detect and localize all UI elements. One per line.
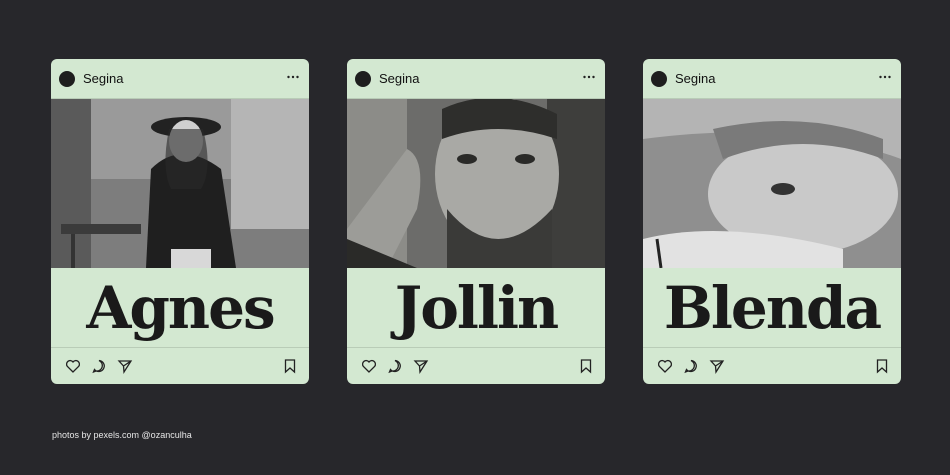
- post-header: Segina: [51, 59, 309, 99]
- post-card-jollin: Segina Jollin: [347, 59, 605, 384]
- photo-credit: photos by pexels.com @ozanculha: [52, 430, 192, 440]
- post-header: Segina: [347, 59, 605, 99]
- heart-icon[interactable]: [65, 358, 81, 374]
- post-photo: [643, 99, 901, 268]
- name-banner: Blenda: [643, 268, 901, 348]
- name-banner: Jollin: [347, 268, 605, 348]
- comment-icon[interactable]: [91, 358, 107, 374]
- share-icon[interactable]: [709, 358, 725, 374]
- more-icon[interactable]: [286, 70, 300, 84]
- post-photo: [347, 99, 605, 268]
- bookmark-icon[interactable]: [874, 358, 890, 374]
- post-card-blenda: Segina Blenda: [643, 59, 901, 384]
- post-photo: [51, 99, 309, 268]
- post-actions: [51, 348, 309, 384]
- bookmark-icon[interactable]: [578, 358, 594, 374]
- post-username[interactable]: Segina: [379, 71, 419, 86]
- avatar[interactable]: [651, 70, 667, 87]
- bookmark-icon[interactable]: [282, 358, 298, 374]
- comment-icon[interactable]: [387, 358, 403, 374]
- display-name: Jollin: [394, 273, 559, 342]
- display-name: Blenda: [663, 273, 882, 342]
- name-banner: Agnes: [51, 268, 309, 348]
- post-header: Segina: [643, 59, 901, 99]
- post-card-agnes: Segina Agnes: [51, 59, 309, 384]
- avatar[interactable]: [355, 70, 371, 87]
- post-actions: [347, 348, 605, 384]
- comment-icon[interactable]: [683, 358, 699, 374]
- heart-icon[interactable]: [657, 358, 673, 374]
- more-icon[interactable]: [878, 70, 892, 84]
- avatar[interactable]: [59, 70, 75, 87]
- post-actions: [643, 348, 901, 384]
- heart-icon[interactable]: [361, 358, 377, 374]
- post-username[interactable]: Segina: [83, 71, 123, 86]
- display-name: Agnes: [86, 273, 275, 342]
- share-icon[interactable]: [413, 358, 429, 374]
- post-username[interactable]: Segina: [675, 71, 715, 86]
- more-icon[interactable]: [582, 70, 596, 84]
- share-icon[interactable]: [117, 358, 133, 374]
